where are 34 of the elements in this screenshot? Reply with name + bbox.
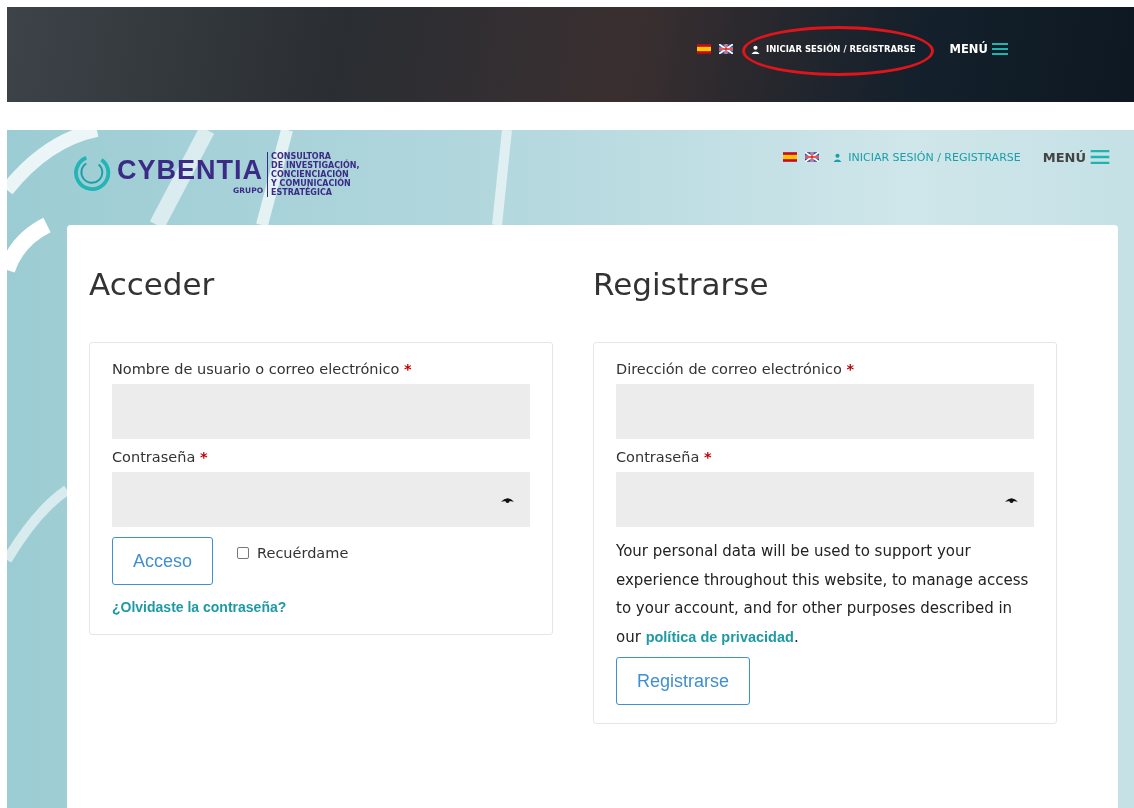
remember-checkbox[interactable]	[237, 547, 250, 559]
show-password-icon[interactable]	[501, 496, 514, 504]
register-heading: Registrarse	[593, 265, 770, 303]
spain-flag-icon[interactable]	[783, 152, 798, 162]
input-field[interactable]	[112, 472, 530, 527]
show-password-icon[interactable]	[1005, 496, 1018, 504]
input-field[interactable]	[616, 472, 1034, 527]
privacy-notice: Your personal data will be used to support your experience throughout this website, to manage access to your account, and for other purposes described in our política de privacidad.	[616, 541, 1030, 648]
field-label: Contraseña *	[112, 449, 209, 465]
field-label: Nombre de usuario o correo electrónico *	[112, 361, 413, 377]
field-label: Dirección de correo electrónico *	[616, 361, 856, 377]
menu-label[interactable]: MENÚ	[1042, 149, 1086, 165]
uk-flag-icon[interactable]	[719, 44, 733, 54]
register-button[interactable]: Registrarse	[616, 657, 751, 705]
spain-flag-icon[interactable]	[697, 44, 711, 54]
remember-label: Recuérdame	[257, 545, 349, 561]
login-heading: Acceder	[89, 265, 216, 303]
logo-tagline: Y COMUNICACIÓN	[271, 179, 352, 188]
logo-tagline: ESTRATÉGICA	[271, 188, 332, 197]
logo-wordmark: CYBENTIA	[117, 156, 263, 186]
privacy-policy-link[interactable]: política de privacidad	[645, 628, 794, 645]
menu-icon[interactable]	[991, 43, 1008, 55]
login-link[interactable]: INICIAR SESIÓN / REGISTRARSE	[848, 150, 1021, 164]
lost-password-link[interactable]: ¿Olvidaste la contraseña?	[112, 599, 287, 615]
menu-label[interactable]: MENÚ	[949, 42, 988, 56]
field-label: Contraseña *	[616, 449, 713, 465]
login-button[interactable]: Acceso	[112, 537, 214, 585]
uk-flag-icon[interactable]	[805, 152, 820, 162]
logo-tagline: DE INVESTIGACIÓN,	[271, 161, 360, 170]
logo-tagline: CONCIENCIACIÓN	[271, 170, 349, 179]
logo-tagline: CONSULTORA	[271, 152, 332, 161]
logo-icon	[73, 154, 111, 192]
user-icon	[833, 152, 843, 162]
user-icon	[751, 44, 760, 54]
